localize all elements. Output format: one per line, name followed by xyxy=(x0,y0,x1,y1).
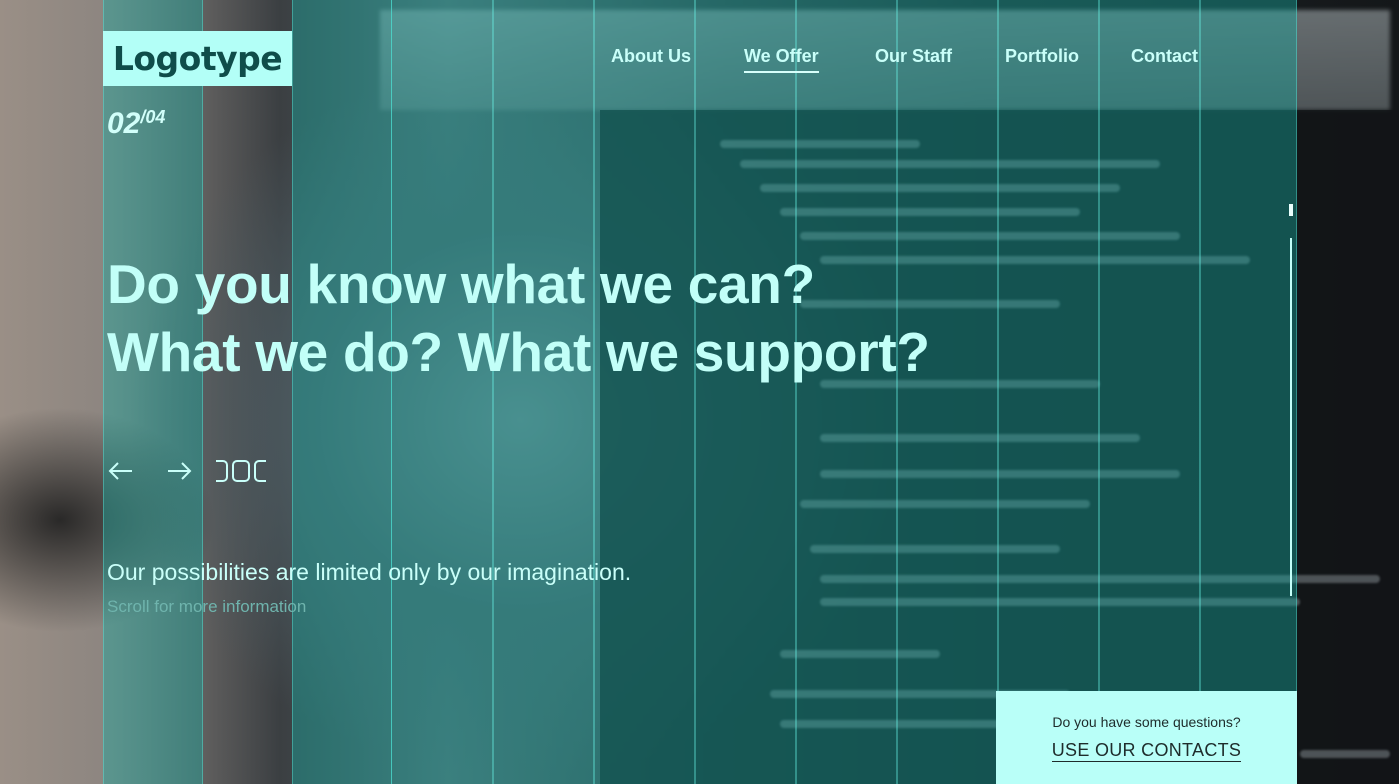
slide-counter-total: /04 xyxy=(140,107,166,127)
arrow-left-icon[interactable] xyxy=(106,456,136,486)
nav-item-our-staff[interactable]: Our Staff xyxy=(875,46,952,71)
hero-headline-line2: What we do? What we support? xyxy=(107,321,930,383)
contact-box: Do you have some questions? USE OUR CONT… xyxy=(996,691,1297,784)
scrollbar-track[interactable] xyxy=(1290,238,1292,596)
nav-item-portfolio[interactable]: Portfolio xyxy=(1005,46,1079,71)
scrollbar-thumb[interactable] xyxy=(1289,204,1293,216)
slide-indicators xyxy=(216,460,270,482)
slide-counter: 02/04 xyxy=(107,108,165,139)
slide-indicator-prev[interactable] xyxy=(216,460,228,482)
hero-tagline: Our possibilities are limited only by ou… xyxy=(107,559,632,585)
hero-headline: Do you know what we can? What we do? Wha… xyxy=(107,250,930,386)
scroll-hint[interactable]: Scroll for more information xyxy=(107,597,306,617)
logo[interactable]: Logotype xyxy=(103,31,292,86)
slide-counter-current: 02 xyxy=(107,107,141,140)
contact-question: Do you have some questions? xyxy=(1052,714,1241,730)
slider-controls xyxy=(106,456,270,486)
nav-item-contact[interactable]: Contact xyxy=(1131,46,1198,71)
nav-item-we-offer[interactable]: We Offer xyxy=(744,46,819,73)
slide-scrollbar[interactable] xyxy=(1289,204,1293,596)
hero-headline-line1: Do you know what we can? xyxy=(107,253,815,315)
column-grid-overlay xyxy=(103,0,1297,784)
slide-indicator-current[interactable] xyxy=(232,460,250,482)
slide-indicator-next[interactable] xyxy=(254,460,266,482)
nav-item-about-us[interactable]: About Us xyxy=(611,46,691,71)
contact-cta-link[interactable]: USE OUR CONTACTS xyxy=(1051,740,1242,762)
arrow-right-icon[interactable] xyxy=(164,456,194,486)
